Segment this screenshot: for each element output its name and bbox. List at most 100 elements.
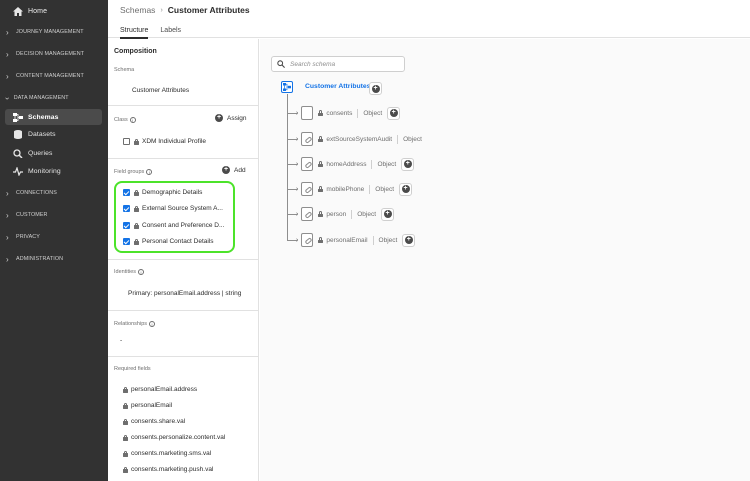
nav-item-label: Datasets [28, 130, 56, 138]
tab-labels[interactable]: Labels [160, 27, 181, 39]
divider [108, 259, 259, 260]
nav-section-label: DECISION MANAGEMENT [16, 51, 85, 57]
composition-title: Composition [114, 48, 157, 55]
field-name: mobilePhone [326, 185, 365, 193]
divider [108, 105, 259, 106]
schema-icon [13, 112, 23, 122]
class-label: Class i [114, 117, 136, 123]
info-icon[interactable]: i [129, 117, 136, 123]
field-name: extSourceSystemAudit [326, 135, 393, 143]
chevron-right-icon[interactable]: › [296, 136, 298, 143]
field-name: person [326, 210, 347, 218]
info-icon[interactable]: i [146, 169, 153, 175]
add-field-button[interactable]: + [401, 157, 415, 171]
search-field[interactable] [271, 56, 405, 72]
info-icon[interactable]: i [138, 269, 145, 275]
assign-button[interactable]: + Assign [215, 114, 247, 122]
page-header: Schemas › Customer Attributes Structure … [108, 0, 750, 39]
nav-section-label: DATA MANAGEMENT [13, 95, 69, 101]
divider [108, 158, 259, 159]
add-field-button[interactable]: + [402, 233, 416, 247]
page-title: Customer Attributes [167, 5, 250, 15]
field-type: Object [357, 210, 377, 218]
add-circle-icon: + [389, 109, 398, 117]
chevron-right-icon[interactable]: › [296, 237, 298, 244]
nav-section-content[interactable]: › CONTENT MANAGEMENT [0, 66, 108, 86]
tree-node[interactable]: › consents Object + [287, 106, 401, 120]
add-field-button[interactable]: + [387, 106, 401, 120]
chevron-right-icon[interactable]: › [296, 161, 298, 168]
add-circle-icon: + [401, 185, 410, 193]
nav-item-monitoring[interactable]: Monitoring [0, 162, 108, 180]
info-icon[interactable]: i [149, 321, 156, 327]
field-link-icon [301, 157, 314, 171]
chevron-right-icon: › [6, 210, 9, 220]
lock-icon [318, 186, 324, 192]
schema-root-label[interactable]: Customer Attributes [305, 83, 370, 90]
search-input[interactable] [290, 60, 400, 68]
nav-section-label: CUSTOMER [16, 212, 48, 218]
nav-section-decision[interactable]: › DECISION MANAGEMENT [0, 44, 108, 64]
nav-section-journey[interactable]: › JOURNEY MANAGEMENT [0, 22, 108, 42]
identity-value[interactable]: Primary: personalEmail.address | string [128, 290, 241, 297]
nav-section-label: CONTENT MANAGEMENT [16, 73, 84, 79]
tree-node[interactable]: › extSourceSystemAudit Object [287, 132, 422, 146]
add-circle-icon: + [404, 236, 413, 244]
left-nav: Home › JOURNEY MANAGEMENT › DECISION MAN… [0, 0, 108, 481]
nav-section-data[interactable]: › DATA MANAGEMENT [0, 88, 108, 108]
add-circle-icon: + [222, 166, 230, 174]
tree-node[interactable]: › personalEmail Object + [287, 233, 416, 247]
tree-node[interactable]: › homeAddress Object + [287, 157, 415, 171]
lock-icon [318, 110, 324, 116]
add-circle-icon: + [383, 210, 392, 218]
add-field-group-button[interactable]: + Add [222, 166, 246, 174]
nav-section-label: JOURNEY MANAGEMENT [16, 29, 84, 35]
lock-icon [318, 237, 324, 243]
nav-section-label: ADMINISTRATION [16, 256, 64, 262]
chevron-right-icon: › [6, 232, 9, 242]
lock-icon [318, 161, 324, 167]
schema-label: Schema [114, 67, 135, 73]
nav-section-customer[interactable]: › CUSTOMER [0, 205, 108, 225]
chevron-down-icon: › [2, 96, 12, 100]
divider [108, 310, 259, 311]
breadcrumb: Schemas › Customer Attributes [120, 5, 250, 15]
add-field-button[interactable]: + [369, 82, 382, 95]
nav-section-privacy[interactable]: › PRIVACY [0, 227, 108, 247]
nav-item-datasets[interactable]: Datasets [0, 125, 108, 143]
tree-node[interactable]: › person Object + [287, 207, 395, 221]
chevron-right-icon[interactable]: › [296, 211, 298, 218]
breadcrumb-parent[interactable]: Schemas [120, 5, 155, 15]
nav-item-schemas[interactable]: Schemas [5, 109, 102, 125]
lock-icon [123, 466, 128, 473]
tree-node[interactable]: › mobilePhone Object + [287, 182, 413, 196]
composition-panel: Composition Schema Customer Attributes C… [108, 39, 259, 481]
class-row[interactable]: XDM Individual Profile [123, 138, 206, 145]
class-name: XDM Individual Profile [142, 138, 206, 145]
required-field-item: personalEmail [123, 402, 172, 409]
schema-name[interactable]: Customer Attributes [132, 87, 189, 94]
tab-structure[interactable]: Structure [120, 27, 149, 39]
nav-section-connections[interactable]: › CONNECTIONS [0, 183, 108, 203]
add-field-button[interactable]: + [381, 207, 395, 221]
field-type: Object [377, 160, 397, 168]
required-field-item: consents.share.val [123, 418, 185, 425]
home-icon [13, 6, 23, 16]
nav-home[interactable]: Home [0, 1, 108, 21]
required-field-item: personalEmail.address [123, 386, 197, 393]
chevron-right-icon[interactable]: › [296, 110, 298, 117]
divider [108, 356, 259, 357]
add-circle-icon: + [403, 160, 412, 168]
nav-item-queries[interactable]: Queries [0, 144, 108, 162]
lock-icon [318, 211, 324, 217]
lock-icon [123, 402, 128, 409]
add-field-button[interactable]: + [399, 182, 413, 196]
nav-item-label: Queries [28, 149, 53, 157]
chevron-right-icon[interactable]: › [296, 186, 298, 193]
database-icon [14, 129, 22, 139]
required-field-item: consents.personalize.content.val [123, 434, 225, 441]
field-groups-highlight [114, 181, 235, 253]
nav-section-administration[interactable]: › ADMINISTRATION [0, 249, 108, 269]
class-checkbox[interactable] [123, 138, 130, 145]
field-groups-label: Field groups i [114, 169, 153, 175]
